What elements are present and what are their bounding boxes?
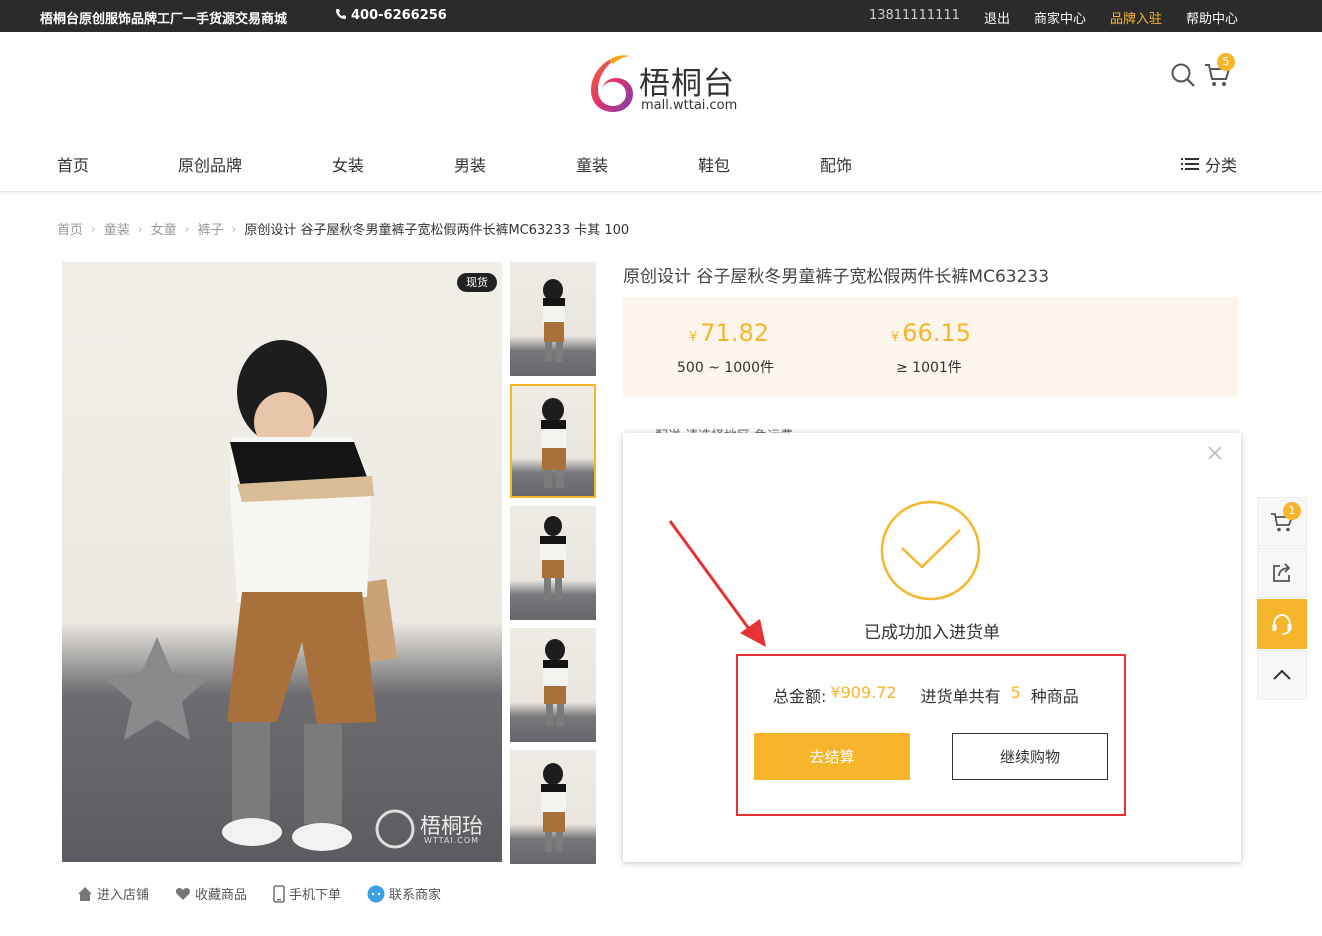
tier-quantity-1: 500 ~ 1000件 (677, 360, 774, 376)
user-account-link[interactable]: 13811111111 (869, 8, 960, 27)
chevron-right-icon: › (231, 221, 237, 236)
product-main-image[interactable]: 梧桐珆 WTTAI.COM (62, 262, 502, 862)
list-icon (1180, 158, 1199, 170)
nav-item-original-brands[interactable]: 原创品牌 (178, 152, 242, 176)
thumbnail-photo (541, 398, 566, 488)
main-nav: 首页 原创品牌 女装 男装 童装 鞋包 配饰 分类 (0, 130, 1322, 192)
mobile-order-button[interactable]: 手机下单 (273, 884, 341, 903)
enter-shop-label: 进入店铺 (97, 888, 150, 903)
help-center-link[interactable]: 帮助中心 (1186, 8, 1238, 27)
breadcrumb: 首页 › 童装 › 女童 › 裤子 › 原创设计 谷子屋秋冬男童裤子宽松假两件长… (57, 219, 630, 239)
breadcrumb-home[interactable]: 首页 (57, 219, 83, 238)
order-summary: 总金额: ¥909.72 进货单共有 5 种商品 (773, 683, 1079, 707)
chevron-right-icon: › (137, 221, 143, 236)
price-tiers: ¥71.82 500 ~ 1000件 ¥66.15 ≥ 1001件 (623, 297, 1238, 397)
total-label: 总金额: (773, 687, 827, 706)
phone-icon (336, 9, 346, 19)
thumbnail-1[interactable] (510, 262, 596, 376)
nav-item-men[interactable]: 男装 (454, 152, 486, 176)
currency-symbol: ¥ (689, 330, 698, 345)
in-stock-badge: 现货 (457, 273, 497, 292)
chevron-right-icon: › (91, 221, 96, 236)
tier-price-2-value: 66.15 (902, 319, 971, 347)
enter-shop-button[interactable]: 进入店铺 (77, 884, 149, 903)
item-count-suffix: 种商品 (1030, 687, 1079, 706)
home-icon (78, 886, 92, 901)
thumbnail-photo (540, 516, 566, 600)
side-customer-service-button[interactable] (1257, 599, 1307, 649)
annotation-arrow (668, 520, 766, 647)
tier-price-1-value: 71.82 (700, 319, 769, 347)
product-title: 原创设计 谷子屋秋冬男童裤子宽松假两件长裤MC63233 (623, 267, 1050, 287)
thumbnail-5[interactable] (510, 750, 596, 864)
brand-join-link[interactable]: 品牌入驻 (1110, 8, 1162, 27)
contact-merchant-button[interactable]: 联系商家 (367, 884, 441, 903)
thumbnail-2[interactable] (510, 384, 596, 498)
mobile-order-label: 手机下单 (289, 888, 342, 903)
tier-price-1: ¥71.82 (689, 319, 769, 347)
success-check-icon (880, 500, 981, 601)
back-to-top-button[interactable] (1257, 650, 1307, 700)
checkout-button[interactable]: 去结算 (754, 733, 910, 780)
thumbnail-photo (543, 279, 565, 362)
logo-mark-icon (591, 55, 633, 112)
thumbnail-3[interactable] (510, 506, 596, 620)
nav-item-kids[interactable]: 童装 (576, 152, 608, 176)
heart-icon (175, 887, 191, 900)
top-bar: 梧桐台原创服饰品牌工厂一手货源交易商城 400-6266256 13811111… (0, 0, 1322, 32)
nav-item-shoes-bags[interactable]: 鞋包 (698, 152, 730, 176)
side-cart-count-badge: 1 (1283, 502, 1301, 520)
item-count-prefix: 进货单共有 (920, 687, 1001, 706)
side-cart-button[interactable] (1257, 497, 1307, 547)
product-photo (104, 340, 415, 851)
headset-icon (1272, 613, 1292, 635)
breadcrumb-current: 原创设计 谷子屋秋冬男童裤子宽松假两件长裤MC63233 卡其 100 (244, 223, 630, 238)
mobile-phone-icon (273, 884, 285, 903)
close-icon[interactable] (1207, 445, 1223, 461)
chevron-up-icon (1273, 669, 1291, 680)
logo-url: mall.wttai.com (641, 98, 738, 113)
thumbnail-4[interactable] (510, 628, 596, 742)
category-label: 分类 (1204, 156, 1237, 175)
favorite-button[interactable]: 收藏商品 (175, 884, 247, 903)
breadcrumb-girls[interactable]: 女童 (151, 219, 177, 238)
chat-bubble-icon (367, 885, 385, 902)
currency-symbol: ¥ (891, 330, 900, 345)
breadcrumb-pants[interactable]: 裤子 (197, 219, 223, 238)
continue-shopping-button[interactable]: 继续购物 (952, 733, 1108, 780)
item-count: 5 (1010, 683, 1021, 702)
side-share-button[interactable] (1257, 548, 1307, 598)
contact-merchant-label: 联系商家 (389, 888, 442, 903)
share-icon (1273, 563, 1291, 582)
search-icon[interactable] (1170, 62, 1196, 88)
breadcrumb-kids[interactable]: 童装 (104, 219, 130, 238)
hotline-number: 400-6266256 (351, 8, 447, 23)
total-amount: ¥909.72 (830, 683, 897, 702)
chevron-right-icon: › (184, 221, 190, 236)
tier-price-2: ¥66.15 (891, 319, 971, 347)
merchant-center-link[interactable]: 商家中心 (1034, 8, 1086, 27)
site-slogan: 梧桐台原创服饰品牌工厂一手货源交易商城 (40, 12, 288, 27)
nav-item-accessories[interactable]: 配饰 (820, 152, 852, 176)
logout-link[interactable]: 退出 (984, 8, 1010, 27)
product-actions: 进入店铺 收藏商品 手机下单 联系商家 (77, 884, 441, 903)
favorite-label: 收藏商品 (195, 888, 248, 903)
image-watermark-url: WTTAI.COM (424, 836, 480, 845)
logo-name: 梧桐台 (639, 66, 735, 102)
hotline: 400-6266256 (335, 8, 447, 23)
cart-count-badge: 5 (1217, 53, 1235, 71)
site-logo[interactable]: 梧桐台 mall.wttai.com (585, 52, 745, 114)
thumbnail-photo (543, 639, 568, 726)
nav-item-home[interactable]: 首页 (57, 152, 89, 176)
category-menu-button[interactable]: 分类 (1180, 152, 1237, 176)
nav-item-women[interactable]: 女装 (332, 152, 364, 176)
tier-quantity-2: ≥ 1001件 (896, 360, 962, 376)
thumbnail-photo (541, 763, 566, 852)
